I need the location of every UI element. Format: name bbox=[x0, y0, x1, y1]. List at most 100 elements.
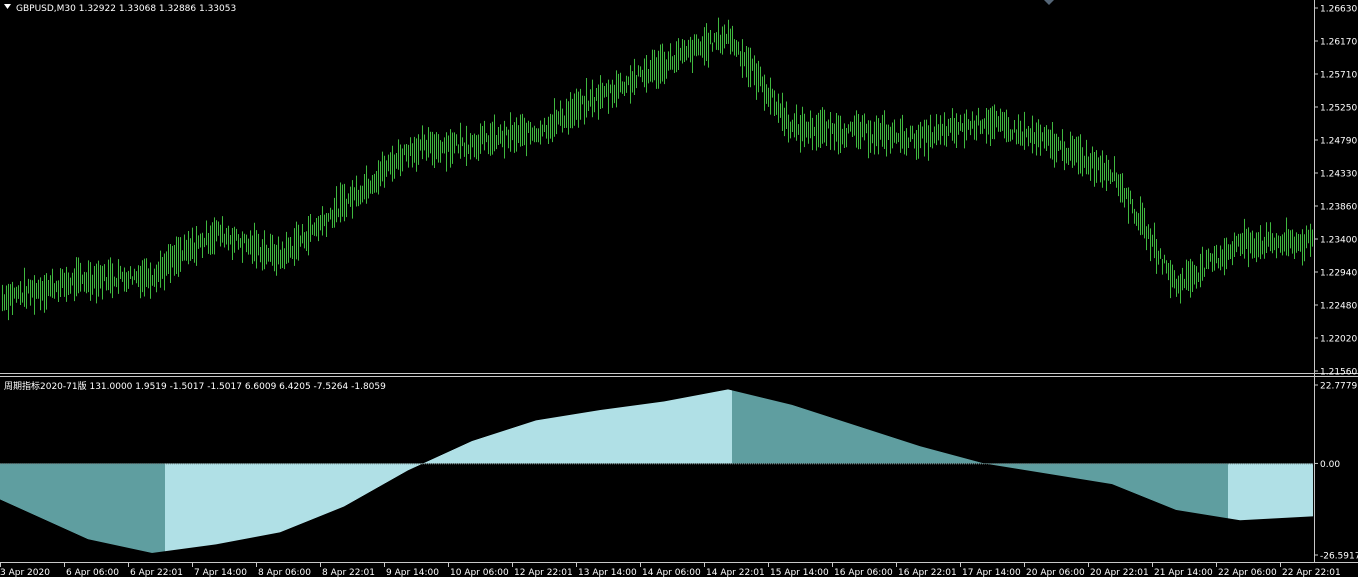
histogram-bar bbox=[194, 463, 196, 548]
histogram-bar bbox=[1174, 463, 1176, 510]
histogram-bar bbox=[1133, 463, 1135, 493]
histogram-bar bbox=[606, 409, 608, 464]
histogram-bar bbox=[838, 419, 840, 464]
histogram-bar bbox=[1148, 463, 1150, 499]
histogram-bar bbox=[623, 406, 625, 464]
histogram-bar bbox=[77, 463, 79, 535]
histogram-bar bbox=[1126, 463, 1128, 490]
histogram-bar bbox=[561, 416, 563, 464]
histogram-bar bbox=[648, 403, 650, 464]
time-tick-label: 3 Apr 2020 bbox=[0, 568, 50, 577]
histogram-bar bbox=[537, 420, 539, 464]
histogram-bar bbox=[121, 463, 123, 547]
histogram-bar bbox=[128, 463, 130, 548]
histogram-bar bbox=[98, 463, 100, 542]
histogram-bar bbox=[505, 430, 507, 464]
histogram-bar bbox=[1094, 463, 1096, 482]
histogram-bar bbox=[163, 463, 165, 552]
histogram-bar bbox=[210, 463, 212, 546]
histogram-bar bbox=[373, 463, 375, 490]
histogram-bar bbox=[212, 463, 214, 545]
histogram-bar bbox=[580, 413, 582, 464]
histogram-bar bbox=[1051, 463, 1053, 475]
histogram-bar bbox=[1312, 463, 1314, 517]
histogram-bar bbox=[187, 463, 189, 549]
histogram-bar bbox=[548, 418, 550, 464]
histogram-bar bbox=[625, 406, 627, 464]
histogram-bar bbox=[647, 403, 649, 464]
time-tick-label: 14 Apr 22:01 bbox=[706, 568, 765, 577]
histogram-bar bbox=[691, 396, 693, 464]
histogram-bar bbox=[882, 434, 884, 464]
histogram-bar bbox=[564, 415, 566, 464]
histogram-bar bbox=[153, 463, 155, 553]
histogram-bar bbox=[568, 415, 570, 464]
histogram-bar bbox=[204, 463, 206, 546]
histogram-bar bbox=[80, 463, 82, 536]
histogram-bar bbox=[741, 392, 743, 464]
histogram-bar bbox=[1270, 463, 1272, 519]
histogram-bar bbox=[767, 398, 769, 464]
time-tick-label: 20 Apr 06:00 bbox=[1026, 568, 1085, 577]
histogram-bar bbox=[663, 401, 665, 464]
histogram-bar bbox=[1030, 463, 1032, 471]
histogram-bar bbox=[1255, 463, 1257, 520]
histogram-bar bbox=[1262, 463, 1264, 520]
histogram-bar bbox=[1015, 463, 1017, 469]
histogram-bar bbox=[732, 390, 734, 464]
histogram-bar bbox=[53, 463, 55, 524]
histogram-bar bbox=[1199, 463, 1201, 514]
histogram-bar bbox=[60, 463, 62, 527]
histogram-bar bbox=[802, 408, 804, 464]
histogram-bar bbox=[140, 463, 142, 551]
histogram-bar bbox=[243, 463, 245, 540]
histogram-bar bbox=[442, 454, 444, 464]
histogram-bar bbox=[203, 463, 205, 547]
histogram-bar bbox=[1295, 463, 1297, 518]
histogram-bar bbox=[190, 463, 192, 548]
histogram-bar bbox=[1138, 463, 1140, 495]
histogram-bar bbox=[559, 416, 561, 464]
histogram-bar bbox=[1208, 463, 1210, 516]
histogram-bar bbox=[936, 450, 938, 464]
histogram-bar bbox=[130, 463, 132, 549]
histogram-bar bbox=[1250, 463, 1252, 520]
histogram-bar bbox=[948, 453, 950, 464]
histogram-bar bbox=[1083, 463, 1085, 480]
histogram-bar bbox=[1163, 463, 1165, 505]
histogram-bar bbox=[484, 437, 486, 464]
histogram-bar bbox=[846, 422, 848, 464]
histogram-bar bbox=[488, 435, 490, 464]
histogram-bar bbox=[933, 449, 935, 464]
histogram-bar bbox=[586, 412, 588, 464]
histogram-bar bbox=[271, 463, 273, 534]
histogram-bar bbox=[515, 427, 517, 464]
histogram-bar bbox=[472, 440, 474, 464]
histogram-bar bbox=[506, 429, 508, 464]
histogram-bar bbox=[280, 463, 282, 533]
histogram-bar bbox=[274, 463, 276, 534]
histogram-bar bbox=[189, 463, 191, 548]
histogram-bar bbox=[91, 463, 93, 540]
histogram-bar bbox=[295, 463, 297, 527]
histogram-bar bbox=[970, 459, 972, 464]
histogram-bar bbox=[729, 389, 731, 464]
histogram-bar bbox=[842, 421, 844, 464]
histogram-bar bbox=[510, 428, 512, 464]
histogram-bar bbox=[461, 445, 463, 464]
histogram-bar bbox=[1281, 463, 1283, 519]
histogram-bar bbox=[1045, 463, 1047, 474]
histogram-bar bbox=[615, 407, 617, 464]
histogram-bar bbox=[681, 398, 683, 464]
histogram-bar bbox=[891, 437, 893, 464]
histogram-bar bbox=[1057, 463, 1059, 476]
histogram-bar bbox=[0, 463, 2, 500]
histogram-bar bbox=[415, 463, 417, 467]
histogram-bar bbox=[305, 463, 307, 523]
histogram-bar bbox=[314, 463, 316, 519]
histogram-bar bbox=[115, 463, 117, 546]
histogram-bar bbox=[394, 463, 396, 478]
histogram-bar bbox=[616, 407, 618, 464]
histogram-bar bbox=[1299, 463, 1301, 518]
histogram-bar bbox=[888, 436, 890, 464]
